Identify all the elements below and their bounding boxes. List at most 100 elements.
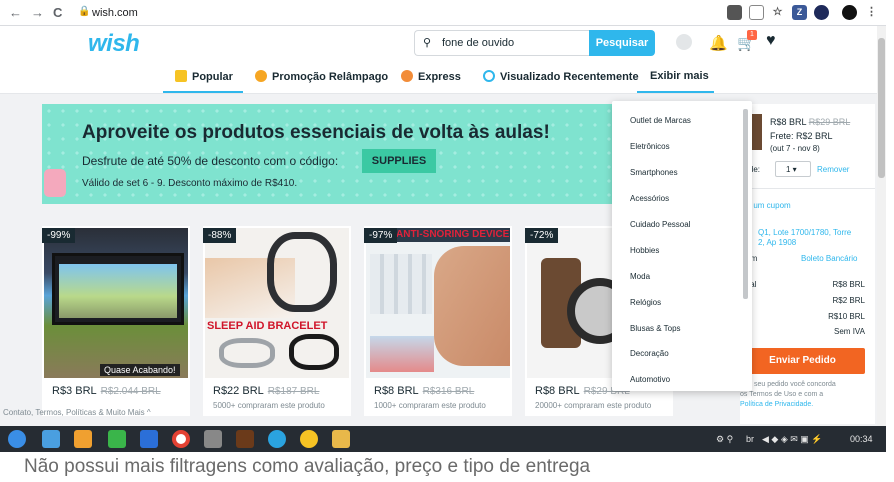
z-extension-icon[interactable]: Z: [792, 5, 807, 20]
privacy-policy-link[interactable]: Política de Privacidade.: [740, 401, 813, 408]
product-card[interactable]: SLEEP AID BRACELET -88% R$22 BRL R$187 BR…: [203, 226, 351, 416]
menu-item-automotive[interactable]: Automotivo: [630, 375, 670, 384]
price-current: R$8 BRL: [374, 385, 419, 397]
place-order-button[interactable]: Enviar Pedido: [740, 348, 865, 374]
cart-item-shipping: Frete: R$2 BRL: [770, 131, 833, 141]
tab-label: Popular: [192, 71, 233, 83]
product-image: SLEEP AID BRACELET: [205, 228, 349, 378]
bracelet: [267, 232, 337, 312]
system-tray-icons[interactable]: ◀ ◆ ◈ ✉ ▣ ⚡: [762, 434, 823, 445]
menu-item-tops[interactable]: Blusas & Tops: [630, 324, 681, 333]
tab-popular[interactable]: Popular: [175, 70, 233, 83]
lens-icon[interactable]: [749, 5, 764, 20]
avatar-icon[interactable]: [676, 34, 692, 50]
discount-badge: -97%: [364, 228, 398, 243]
person-face: [434, 246, 510, 366]
summary-total: R$10 BRL: [828, 312, 865, 321]
scrollbar-thumb[interactable]: [878, 38, 885, 178]
page-scrollbar[interactable]: [877, 26, 886, 426]
car-stereo-screen: [52, 253, 184, 325]
stock-overlay: Quase Acabando!: [100, 364, 180, 376]
search-button[interactable]: Pesquisar: [589, 30, 655, 56]
reload-icon[interactable]: C: [53, 5, 62, 20]
product-card[interactable]: Quase Acabando! -99% R$3 BRL R$2.044 BRL: [42, 226, 190, 416]
menu-item-outlet[interactable]: Outlet de Marcas: [630, 116, 691, 125]
summary-shipping: R$2 BRL: [832, 296, 865, 305]
cart-item-price: R$8 BRL R$29 BRL: [770, 117, 850, 127]
product-price: R$8 BRL R$316 BRL: [374, 385, 474, 397]
tab-underline-show-more: [637, 91, 714, 93]
menu-item-fashion[interactable]: Moda: [630, 272, 650, 281]
tab-show-more[interactable]: Exibir mais: [650, 70, 709, 82]
calc-app-icon[interactable]: [74, 430, 92, 448]
forward-icon[interactable]: →: [31, 5, 44, 20]
footer-links[interactable]: Contato, Termos, Políticas & Muito Mais …: [3, 408, 151, 417]
clock-icon: [483, 70, 495, 82]
extension-icon[interactable]: [727, 5, 742, 20]
back-icon[interactable]: ←: [9, 5, 22, 20]
chrome-icon[interactable]: [172, 430, 190, 448]
kebab-menu-icon[interactable]: ⋮: [864, 5, 879, 20]
browser-icon[interactable]: [300, 430, 318, 448]
menu-item-hobbies[interactable]: Hobbies: [630, 246, 659, 255]
quantity-select[interactable]: 1 ▾: [775, 161, 811, 177]
telegram-icon[interactable]: [268, 430, 286, 448]
wish-logo[interactable]: wish: [88, 30, 140, 58]
menu-item-accessories[interactable]: Acessórios: [630, 194, 669, 203]
clock[interactable]: 00:34: [850, 434, 873, 444]
discount-badge: -99%: [42, 228, 76, 243]
banner-title: Aproveite os produtos essenciais de volt…: [82, 122, 550, 143]
tab-label: Express: [418, 71, 461, 83]
shipping-address-line-1[interactable]: Q1, Lote 1700/1780, Torre: [758, 228, 851, 237]
product-image: ANTI-SNORING DEVICE: [366, 228, 510, 378]
menu-item-smartphones[interactable]: Smartphones: [630, 168, 678, 177]
sold-count: 20000+ compraram este produto: [535, 401, 652, 410]
tab-express[interactable]: Express: [401, 70, 461, 83]
product-card[interactable]: ANTI-SNORING DEVICE -97% R$8 BRL R$316 BR…: [364, 226, 512, 416]
star-icon[interactable]: ☆: [770, 5, 785, 20]
product-price: R$22 BRL R$187 BRL: [213, 385, 319, 397]
promo-banner[interactable]: Aproveite os produtos essenciais de volt…: [42, 104, 616, 204]
media-app-icon[interactable]: [140, 430, 158, 448]
remove-link[interactable]: Remover: [817, 165, 849, 174]
bracelet-silver: [219, 338, 275, 368]
device-set: [370, 254, 432, 314]
settings-app-icon[interactable]: [204, 430, 222, 448]
keyboard-layout[interactable]: br: [746, 434, 754, 444]
tab-label: Visualizado Recentemente: [500, 71, 639, 83]
game-app-icon[interactable]: [236, 430, 254, 448]
files-app-icon[interactable]: [42, 430, 60, 448]
promo-code: SUPPLIES: [362, 149, 436, 173]
dropdown-scrollbar[interactable]: [743, 109, 748, 299]
tab-recently-viewed[interactable]: Visualizado Recentemente: [483, 70, 639, 83]
search-value: fone de ouvido: [442, 37, 515, 49]
start-menu-icon[interactable]: [8, 430, 26, 448]
sold-count: 5000+ compraram este produto: [213, 401, 325, 410]
express-icon: [401, 70, 413, 82]
star-icon: [175, 70, 187, 82]
menu-item-decor[interactable]: Decoração: [630, 349, 669, 358]
image-app-icon[interactable]: [332, 430, 350, 448]
menu-item-personal-care[interactable]: Cuidado Pessoal: [630, 220, 690, 229]
profile-icon[interactable]: [842, 5, 857, 20]
discount-badge: -88%: [203, 228, 237, 243]
tab-flash-sale[interactable]: Promoção Relâmpago: [255, 70, 388, 83]
search-input[interactable]: ⚲ fone de ouvido: [414, 30, 590, 56]
divider: [740, 188, 875, 189]
shipping-address-line-2[interactable]: 2, Ap 1908: [758, 238, 796, 247]
bell-icon[interactable]: 🔔: [709, 34, 728, 52]
diagram: [370, 336, 434, 372]
summary-tax: Sem IVA: [834, 327, 865, 336]
address-bar[interactable]: wish.com: [92, 7, 138, 19]
tray-icons[interactable]: ⚙ ⚲: [716, 434, 733, 445]
shield-extension-icon[interactable]: [814, 5, 829, 20]
menu-item-watches[interactable]: Relógios: [630, 298, 661, 307]
caption: Não possui mais filtragens como avaliaçã…: [24, 456, 591, 477]
price-current: R$22 BRL: [213, 385, 264, 397]
sheets-app-icon[interactable]: [108, 430, 126, 448]
product-overlay-text: SLEEP AID BRACELET: [207, 320, 328, 332]
menu-item-electronics[interactable]: Eletrônicos: [630, 142, 670, 151]
payment-method[interactable]: Boleto Bancário: [801, 254, 857, 263]
heart-icon[interactable]: ♥: [766, 32, 776, 50]
price-current: R$3 BRL: [52, 385, 97, 397]
